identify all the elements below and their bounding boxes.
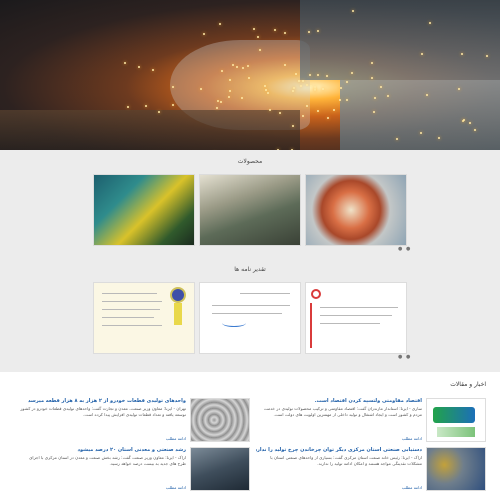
product-image-power-unit [94,175,194,245]
spark [267,91,270,94]
certificate-image-3 [306,283,406,353]
spark [345,80,348,83]
spark [345,98,348,101]
spark [151,68,154,71]
spark [264,88,267,91]
certificate-card-1[interactable] [93,282,195,354]
spark [269,108,272,111]
hero-banner [0,0,500,150]
spark [171,103,174,106]
news-item-1-title[interactable]: اقتصاد مقاومتی ولتسپه کردن اقتصاد است. [256,398,422,404]
certificate-card-3[interactable] [305,282,407,354]
work-bench [0,110,300,150]
news-section-title: اخبار و مقالات [450,381,486,388]
spark [253,28,256,31]
news-thumb-2 [190,398,250,442]
machine-vise [340,80,500,150]
news-item-4-more-link[interactable]: ادامه مطلب [166,485,186,490]
spark [313,85,316,88]
news-item-3[interactable]: دستیابی صنعتی استان مرکزی دیگر توان چرخا… [256,447,486,491]
spark [301,79,304,82]
spark [313,87,316,90]
spark [220,100,223,103]
spark [247,64,250,67]
news-item-1-text: ساری - ایرنا: استاندار مازندران گفت: اقت… [263,406,422,417]
spark [248,76,251,79]
spark [241,66,244,69]
news-item-3-more-link[interactable]: ادامه مطلب [402,485,422,490]
news-item-2-title[interactable]: واحدهای تولیدی قطعات خودرو از ۲ هزار به … [20,398,186,404]
spark [123,61,126,64]
spark [310,85,313,88]
spark [284,32,287,35]
products-title: محصولات [237,158,263,165]
news-item-1[interactable]: اقتصاد مقاومتی ولتسپه کردن اقتصاد است. س… [256,398,486,442]
news-item-1-more-link[interactable]: ادامه مطلب [402,436,422,441]
red-margin-line [310,303,312,348]
news-item-4-title[interactable]: رشد صنعتی و معدنی استان ۲۰ درصد میشود [20,447,186,453]
spark [273,28,276,31]
news-item-4[interactable]: رشد صنعتی و معدنی استان ۲۰ درصد میشود ار… [20,447,250,491]
spark [278,111,281,114]
machine-arm [300,0,500,80]
spark [351,10,354,13]
product-image-pipe [306,175,406,245]
products-carousel-dots[interactable]: ● ● [398,246,411,252]
company-logo-icon [311,289,321,299]
spark [316,73,319,76]
news-item-2-more-link[interactable]: ادامه مطلب [166,436,186,441]
spark [126,105,129,108]
news-item-2[interactable]: واحدهای تولیدی قطعات خودرو از ۲ هزار به … [20,398,250,442]
news-item-4-text: اراک - ایرنا: معاون وزیر صنعت گفت: رشد ب… [29,455,186,466]
certificate-card-2[interactable] [199,282,301,354]
spark [305,104,308,107]
spark [325,74,328,77]
economy-logo-icon [433,407,475,423]
news-thumb-1 [426,398,486,442]
product-card-2[interactable] [199,174,301,246]
spark [351,71,354,74]
spark [145,104,148,107]
signature-icon [222,319,246,327]
spark [235,65,238,68]
spark [373,110,376,113]
ribbon-icon [174,303,182,325]
seal-icon [170,287,186,303]
spark [297,79,300,82]
spark [256,35,259,38]
spark [333,108,336,111]
news-thumb-3 [426,447,486,491]
spark [202,32,205,35]
product-card-3[interactable] [305,174,407,246]
growth-chart-icon [437,427,475,437]
spark [217,99,219,102]
spark [137,66,140,69]
certificates-carousel-dots[interactable]: ● ● [398,354,411,360]
spark [321,87,324,90]
spark [228,78,231,81]
spark [218,23,221,26]
spark [339,86,342,89]
news-thumb-4 [190,447,250,491]
news-item-2-text: تهران - ایرنا: معاون وزیر صنعت، معدن و ت… [20,406,186,417]
spark [419,132,422,135]
spark [338,99,341,102]
product-card-1[interactable] [93,174,195,246]
news-item-3-text: اراک - ایرنا: رئیس خانه صنعت استان مرکزی… [270,455,422,466]
spark [326,117,329,120]
product-image-beams [200,175,300,245]
spark [308,73,311,76]
news-item-3-title[interactable]: دستیابی صنعتی استان مرکزی دیگر توان چرخا… [256,447,422,453]
certificates-title: تقدیر نامه ها [234,266,266,273]
spark [299,85,302,88]
spark [317,109,320,112]
spark [374,96,377,99]
